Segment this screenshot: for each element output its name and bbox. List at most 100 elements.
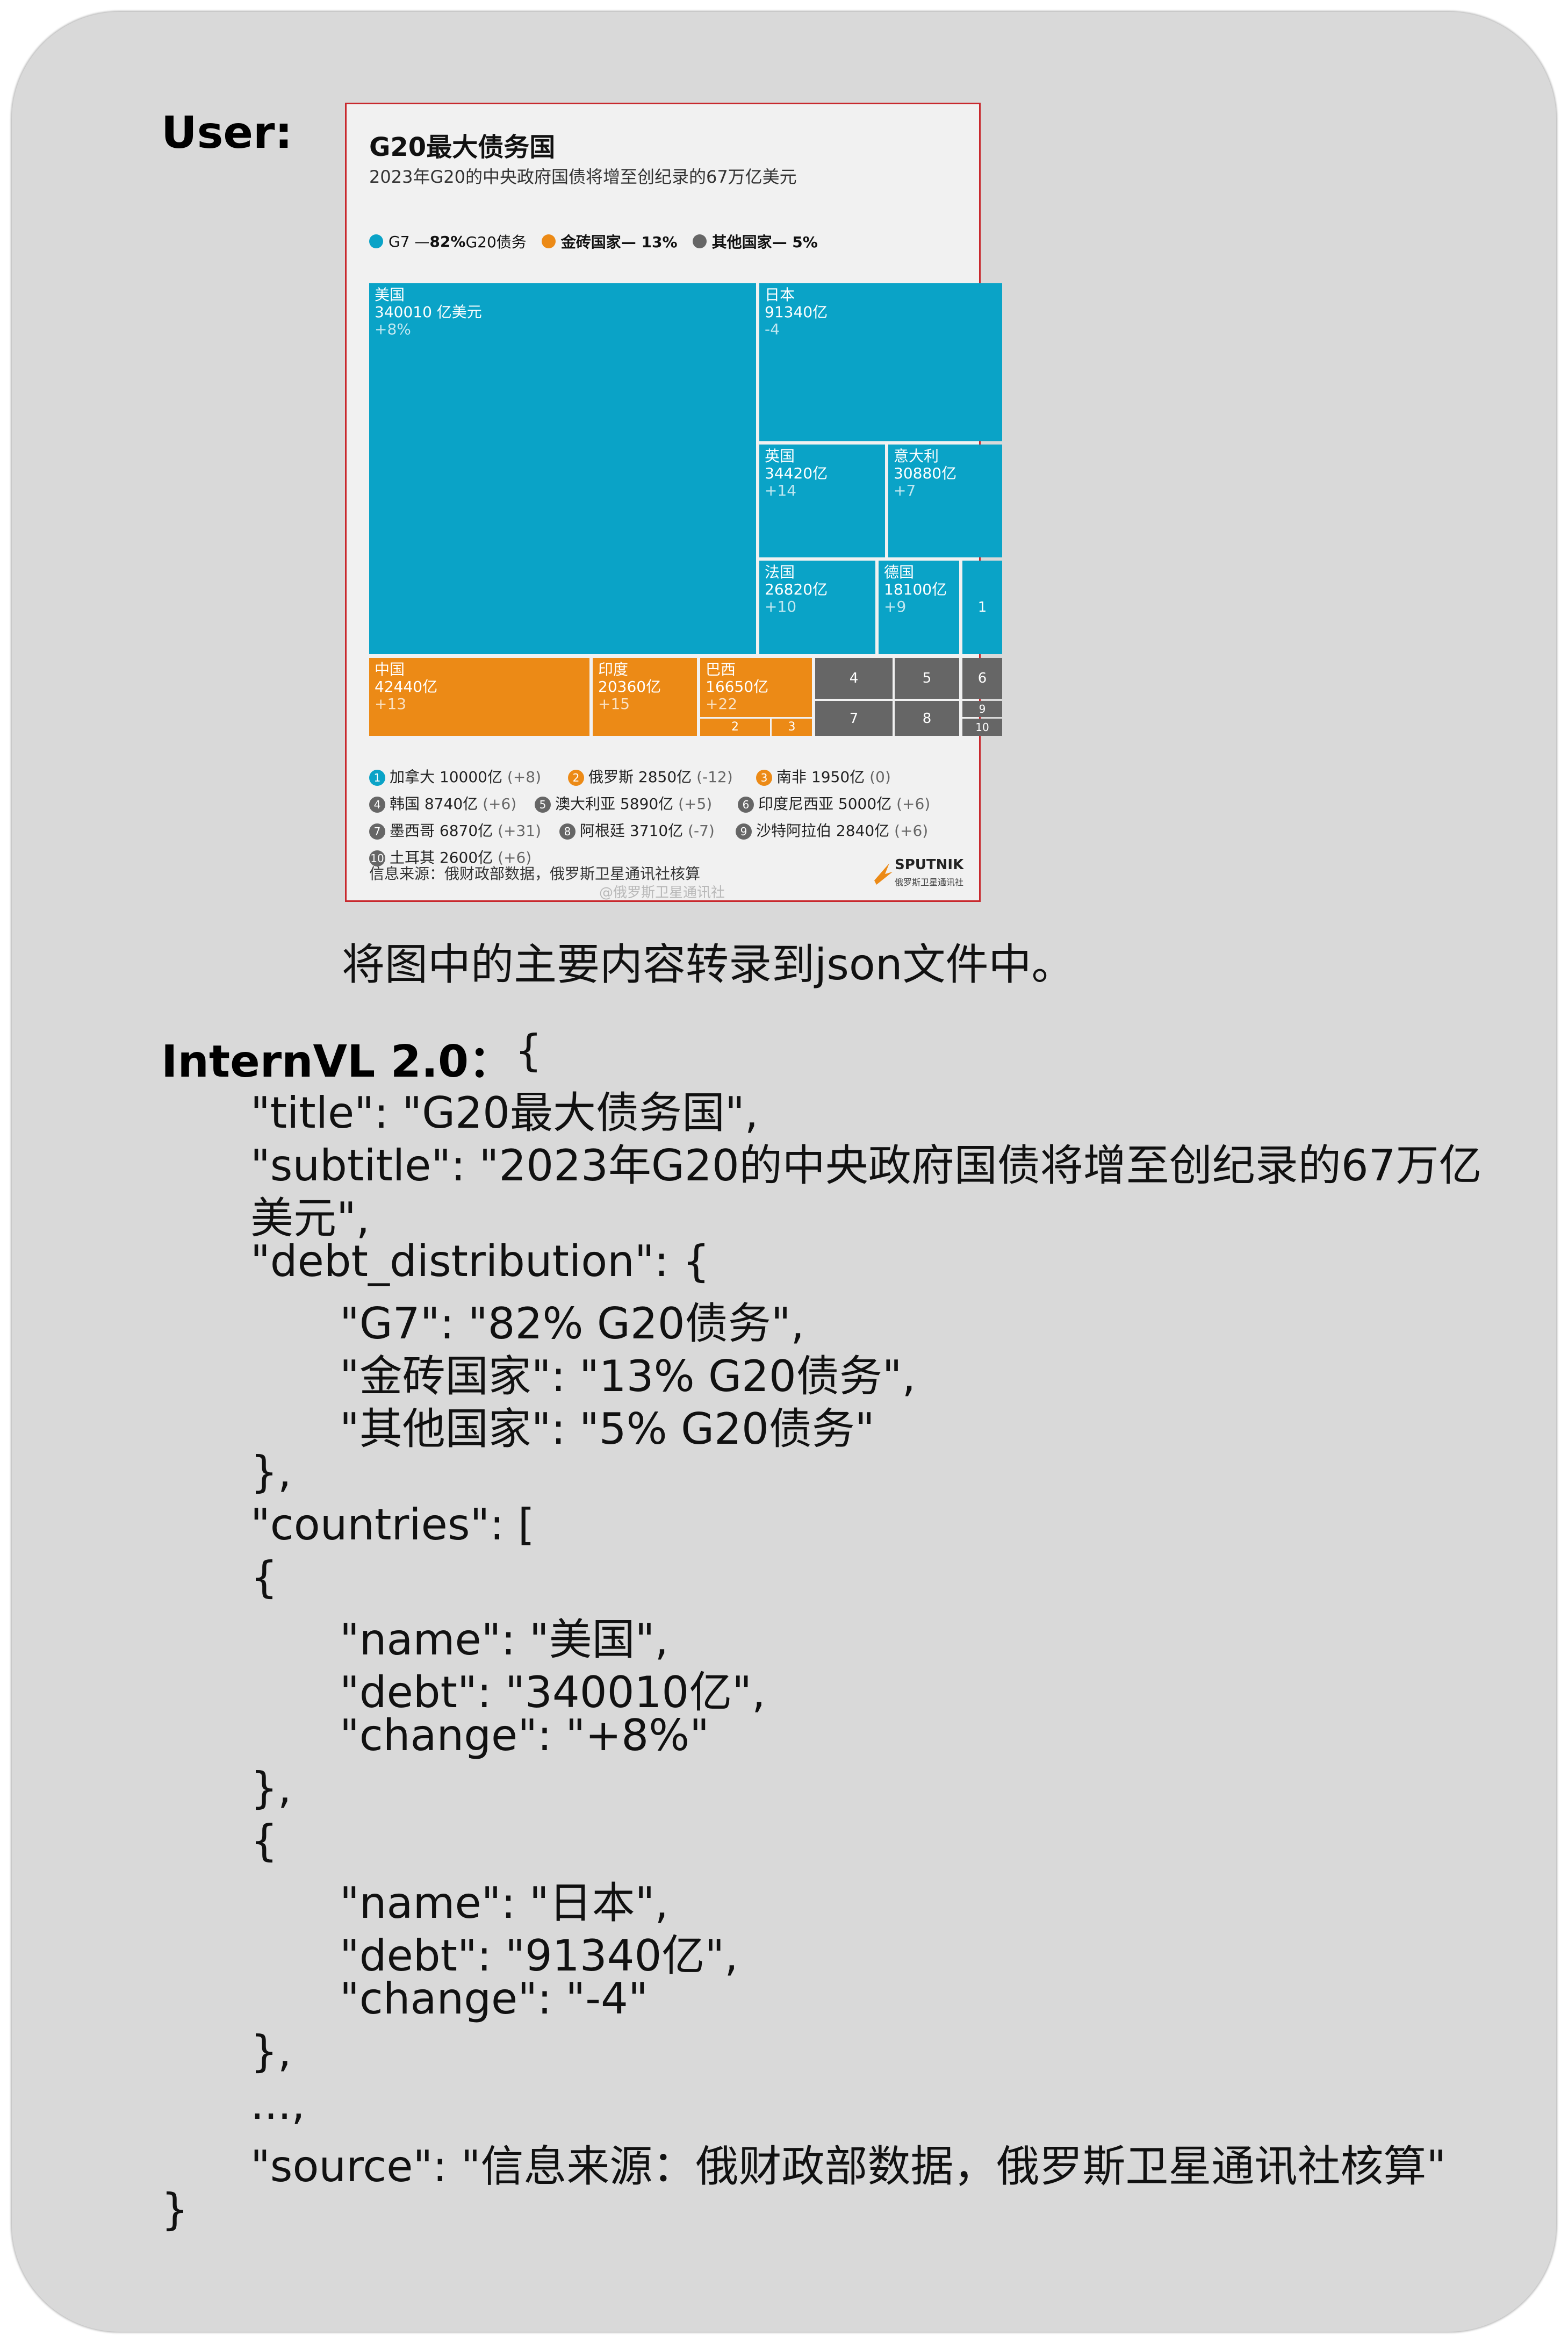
legend-dot-brics	[541, 234, 556, 248]
cell-australia: 5	[895, 658, 959, 699]
cell-br-value: 16650亿	[706, 678, 769, 696]
cell-jp: 日本 91340亿 -4	[759, 283, 1002, 441]
response-line: {	[250, 1816, 278, 1866]
cell-russia: 2	[700, 719, 770, 736]
cell-korea-num: 4	[849, 670, 859, 686]
legend-other: 其他国家— 5%	[692, 231, 818, 252]
legend-g7-pct: 82%	[429, 232, 466, 250]
legend-g7-label: G7 —	[389, 232, 430, 250]
cell-mexico-num: 7	[849, 710, 859, 727]
cell-korea: 4	[815, 658, 893, 699]
cell-jp-name: 日本	[765, 286, 795, 304]
footnote-badge: 6	[738, 797, 754, 813]
footnote-change: (+6)	[896, 795, 931, 813]
cell-in: 印度 20360亿 +15	[593, 658, 697, 736]
cell-it-value: 30880亿	[894, 464, 957, 482]
cell-it-name: 意大利	[894, 447, 939, 465]
legend-dot-g7	[369, 234, 383, 248]
legend-other-label: 其他国家— 5%	[711, 233, 818, 251]
cell-de-name: 德国	[884, 563, 915, 581]
cell-cn-value: 42440亿	[375, 678, 438, 696]
footnote-7: 7 墨西哥 6870亿 (+31)	[369, 819, 541, 841]
footnote-change: (+5)	[678, 795, 713, 813]
legend-brics-label: 金砖国家— 13%	[560, 233, 678, 251]
response-line: "其他国家": "5% G20债务"	[340, 1404, 875, 1454]
legend-g7: G7 — 82% G20债务	[369, 231, 527, 252]
footnote-9: 9 沙特阿拉伯 2840亿 (+6)	[736, 819, 928, 841]
footnote-3: 3 南非 1950亿 (0)	[756, 765, 891, 787]
response-line: "debt_distribution": {	[250, 1236, 710, 1286]
response-line: {	[250, 1552, 278, 1602]
infographic-source: 信息来源：俄财政部数据，俄罗斯卫星通讯社核算	[369, 865, 701, 883]
cell-southafrica: 3	[772, 719, 812, 736]
response-line: "source": "信息来源：俄财政部数据，俄罗斯卫星通讯社核算"	[250, 2141, 1447, 2191]
response-line: "change": "+8%"	[340, 1710, 709, 1760]
footnote-text: 沙特阿拉伯 2840亿	[756, 822, 890, 840]
cell-cn-change: +13	[375, 695, 407, 713]
cell-it: 意大利 30880亿 +7	[888, 445, 1002, 557]
footnote-badge: 8	[559, 823, 576, 840]
cell-turkey: 10	[962, 719, 1002, 736]
cell-fr-name: 法国	[765, 563, 795, 581]
response-line: "subtitle": "2023年G20的中央政府国债将增至创纪录的67万亿	[250, 1141, 1482, 1191]
footnote-change: (0)	[869, 768, 891, 786]
sputnik-logo-icon	[874, 863, 893, 885]
footnote-text: 俄罗斯 2850亿	[588, 768, 692, 786]
cell-australia-num: 5	[922, 670, 932, 686]
footnote-text: 南非 1950亿	[776, 768, 865, 786]
cell-saudi-num: 9	[979, 703, 986, 715]
user-label: User:	[161, 108, 293, 159]
cell-fr: 法国 26820亿 +10	[759, 561, 875, 654]
cell-indonesia: 6	[962, 658, 1002, 699]
footnote-6: 6 印度尼西亚 5000亿 (+6)	[738, 792, 930, 814]
cell-cn-name: 中国	[375, 661, 405, 678]
footnote-badge: 5	[535, 797, 551, 813]
response-line: },	[250, 1447, 292, 1497]
cell-canada: 1	[962, 561, 1002, 654]
response-line: {	[515, 1026, 542, 1076]
user-prompt: 将图中的主要内容转录到json文件中。	[342, 940, 1075, 990]
response-line: },	[250, 2026, 292, 2076]
sputnik-logo-subtext: 俄罗斯卫星通讯社	[895, 877, 964, 887]
cell-br: 巴西 16650亿 +22	[700, 658, 812, 717]
footnote-change: (-12)	[696, 768, 733, 786]
footnote-badge: 4	[369, 797, 385, 813]
footnote-change: (-7)	[688, 822, 715, 840]
cell-us-change: +8%	[375, 320, 411, 338]
cell-it-change: +7	[894, 482, 916, 499]
cell-saudi: 9	[962, 701, 1002, 717]
footnote-change: (+6)	[894, 822, 929, 840]
footnote-4: 4 韩国 8740亿 (+6)	[369, 792, 516, 814]
footnote-text: 墨西哥 6870亿	[390, 822, 493, 840]
cell-argentina: 8	[895, 701, 959, 736]
footnote-badge: 1	[369, 770, 385, 786]
cell-us-name: 美国	[375, 286, 405, 304]
footnote-5: 5 澳大利亚 5890亿 (+5)	[535, 792, 712, 814]
response-line: ...,	[250, 2079, 305, 2129]
footnote-text: 澳大利亚 5890亿	[555, 795, 674, 813]
cell-in-change: +15	[598, 695, 630, 713]
legend-brics: 金砖国家— 13%	[541, 231, 678, 252]
legend: G7 — 82% G20债务 金砖国家— 13% 其他国家— 5%	[369, 231, 833, 252]
cell-br-name: 巴西	[706, 661, 736, 678]
infographic-subtitle: 2023年G20的中央政府国债将增至创纪录的67万亿美元	[369, 167, 797, 187]
cell-argentina-num: 8	[922, 710, 932, 727]
cell-turkey-num: 10	[975, 721, 989, 734]
footnote-badge: 9	[736, 823, 752, 840]
response-line: },	[250, 1763, 292, 1813]
footnote-badge: 2	[568, 770, 584, 786]
cell-mexico: 7	[815, 701, 893, 736]
sputnik-logo-text: SPUTNIK	[895, 857, 964, 873]
cell-us: 美国 340010 亿美元 +8%	[369, 283, 756, 654]
footnote-badge: 3	[756, 770, 772, 786]
cell-fr-value: 26820亿	[765, 581, 828, 598]
cell-in-value: 20360亿	[598, 678, 661, 696]
footnote-text: 阿根廷 3710亿	[580, 822, 684, 840]
legend-dot-other	[692, 234, 707, 248]
cell-canada-num: 1	[977, 599, 987, 615]
cell-fr-change: +10	[765, 598, 797, 615]
response-line: "change": "-4"	[340, 1974, 648, 2024]
cell-uk-name: 英国	[765, 447, 795, 465]
footnote-badge: 7	[369, 823, 385, 840]
infographic-title: G20最大债务国	[369, 132, 556, 162]
